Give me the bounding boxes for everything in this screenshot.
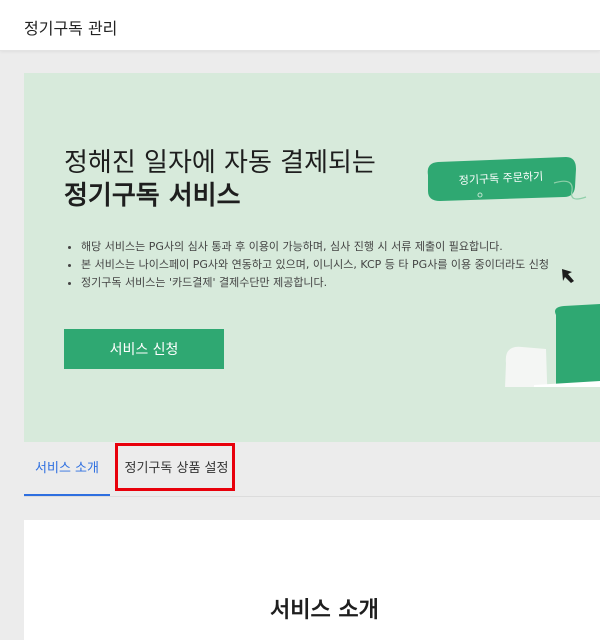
order-pill-label: 정기구독 주문하기 <box>458 169 544 188</box>
hero-title-line2: 정기구독 서비스 <box>64 181 241 211</box>
top-bar: 정기구독 관리 <box>0 0 600 51</box>
tab-service-intro[interactable]: 서비스 소개 <box>24 442 110 496</box>
truck-body-shape <box>505 346 548 387</box>
cursor-icon <box>562 269 574 283</box>
truck-cab-shape <box>555 304 600 387</box>
section-title: 서비스 소개 <box>270 598 379 623</box>
service-apply-button[interactable]: 서비스 신청 <box>64 329 224 369</box>
page-title: 정기구독 관리 <box>24 19 118 38</box>
tab-bar: 서비스 소개 정기구독 상품 설정 <box>24 442 600 497</box>
content-card: 서비스 소개 <box>24 520 600 640</box>
tab-subscription-product-settings[interactable]: 정기구독 상품 설정 <box>115 442 238 496</box>
hero-title-line1: 정해진 일자에 자동 결제되는 <box>64 148 376 178</box>
hero-title: 정해진 일자에 자동 결제되는 정기구독 서비스 <box>64 147 376 213</box>
hero-banner: 정해진 일자에 자동 결제되는 정기구독 서비스 해당 서비스는 PG사의 심사… <box>24 73 600 442</box>
